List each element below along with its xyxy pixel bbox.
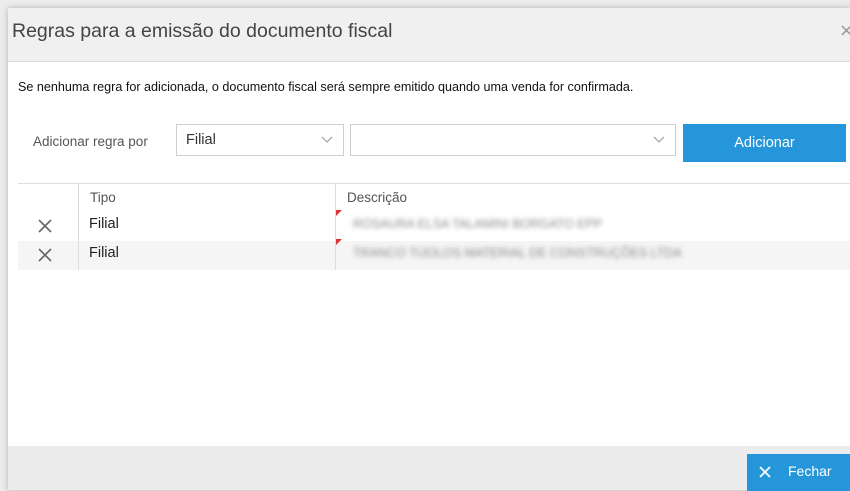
chevron-down-icon xyxy=(653,136,665,143)
row-tipo[interactable]: Filial xyxy=(89,216,119,232)
row-descricao[interactable]: ROSAURA ELSA TALAMINI BORGATO EPP xyxy=(353,217,602,231)
row-descricao[interactable]: TRANCO TIJOLOS MATERIAL DE CONSTRUÇÕES L… xyxy=(353,246,682,260)
close-icon xyxy=(759,466,771,478)
close-button-label: Fechar xyxy=(788,463,832,479)
column-divider xyxy=(335,212,336,241)
header-descricao[interactable]: Descrição xyxy=(347,190,407,205)
rule-type-value: Filial xyxy=(186,132,216,148)
close-icon[interactable]: × xyxy=(839,22,850,40)
dialog-header: Regras para a emissão do documento fisca… xyxy=(8,8,850,62)
add-rule-label: Adicionar regra por xyxy=(33,134,148,149)
header-tipo[interactable]: Tipo xyxy=(90,190,116,205)
dialog-title: Regras para a emissão do documento fisca… xyxy=(12,20,393,42)
column-divider xyxy=(335,184,336,212)
delete-icon[interactable] xyxy=(37,218,53,234)
column-divider xyxy=(78,212,79,241)
delete-icon[interactable] xyxy=(37,247,53,263)
add-rule-form: Adicionar regra por Filial Adicionar xyxy=(8,123,850,163)
chevron-down-icon xyxy=(321,136,333,143)
column-divider xyxy=(335,241,336,270)
table-row: Filial TRANCO TIJOLOS MATERIAL DE CONSTR… xyxy=(18,239,850,270)
dirty-flag-icon xyxy=(336,210,342,216)
info-message: Se nenhuma regra for adicionada, o docum… xyxy=(18,80,634,94)
grid-header: Tipo Descrição xyxy=(18,183,850,212)
rule-value-select[interactable] xyxy=(350,124,676,156)
rules-dialog: Regras para a emissão do documento fisca… xyxy=(8,8,850,491)
row-tipo[interactable]: Filial xyxy=(89,245,119,261)
add-rule-button[interactable]: Adicionar xyxy=(683,124,846,162)
table-row: Filial ROSAURA ELSA TALAMINI BORGATO EPP xyxy=(18,210,850,241)
close-button[interactable]: Fechar xyxy=(747,454,850,491)
column-divider xyxy=(78,241,79,270)
dialog-footer: Fechar xyxy=(8,446,850,491)
rule-type-select[interactable]: Filial xyxy=(176,124,344,156)
dirty-flag-icon xyxy=(336,239,342,245)
rules-grid: Tipo Descrição Filial ROSAURA ELSA TALAM… xyxy=(18,183,850,270)
column-divider xyxy=(78,184,79,212)
